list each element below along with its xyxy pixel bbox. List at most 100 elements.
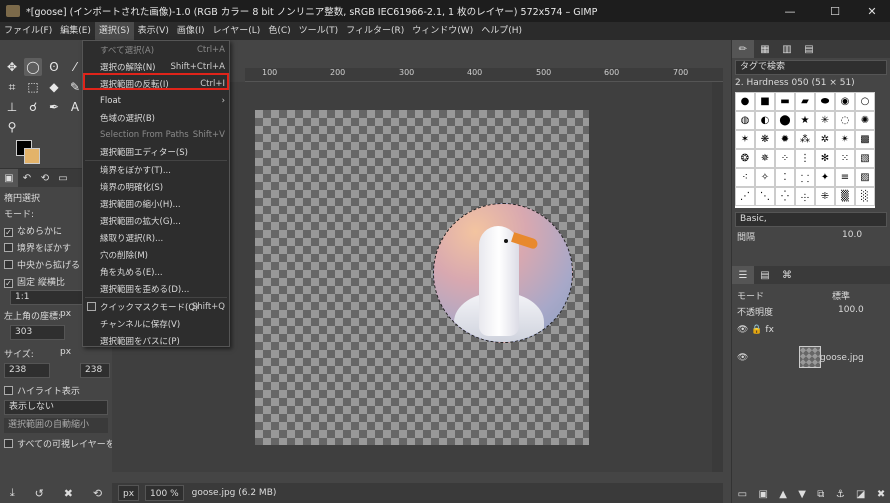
duplicate-layer-icon[interactable]: ⧉ — [817, 489, 824, 500]
position-unit-select[interactable]: px — [60, 309, 71, 319]
device-status-tab-icon[interactable]: ↶ — [18, 169, 36, 187]
minimize-button[interactable]: — — [770, 0, 810, 22]
lasso-tool-icon[interactable]: ʘ — [45, 58, 63, 76]
menu-colors[interactable]: 色(C) — [264, 22, 294, 40]
lock-icon[interactable]: 🔒 — [751, 325, 762, 335]
new-layer-icon[interactable]: ▭ — [738, 489, 747, 500]
brush-grid[interactable]: ● ■ ▬ ▰ ⬬ ◉ ○ ◍ ◐ ⬤ ★ ✳ ◌ ✺ ✶ ❋ ✹ ⁂ ✲ ✴ ▩ ❂ ✵ ⁘ ⋮ ✻ ⁙ ▧ ⁖ ✧ ⁚ ⸬ ✦ ≡ ▨ … — [735, 92, 875, 208]
brush-item[interactable]: ⁜ — [815, 187, 835, 206]
ellipse-select-tool-icon[interactable]: ◯ — [24, 58, 42, 76]
menu-select[interactable]: 選択(S) — [94, 22, 134, 40]
restore-options-icon[interactable]: ↺ — [35, 487, 44, 500]
brush-item[interactable]: ░ — [855, 187, 875, 206]
menu-item-remove-holes[interactable]: 穴の削除(M) — [83, 246, 229, 263]
expand-center-checkbox[interactable]: 中央から拡げる — [4, 258, 80, 271]
brush-item[interactable]: ⁛ — [775, 187, 795, 206]
background-color-swatch[interactable] — [24, 148, 40, 164]
layer-name[interactable]: goose.jpg — [820, 353, 864, 363]
layer-thumbnail[interactable] — [799, 346, 821, 368]
size-unit-select[interactable]: px — [60, 347, 71, 357]
opacity-value[interactable]: 100.0 — [838, 305, 864, 315]
menu-item-by-color[interactable]: 色域の選択(B) — [83, 109, 229, 126]
channels-tab-icon[interactable]: ▤ — [754, 266, 776, 284]
brush-item[interactable]: ⸭ — [795, 187, 815, 206]
brush-item[interactable]: ⸬ — [795, 168, 815, 187]
crop-tool-icon[interactable]: ⌗ — [3, 78, 21, 96]
brush-item[interactable]: ● — [735, 92, 755, 111]
spacing-value[interactable]: 10.0 — [842, 230, 862, 240]
brush-item[interactable]: ✦ — [815, 168, 835, 187]
menu-item-feather[interactable]: 境界をぼかす(T)... — [83, 161, 229, 178]
brush-item[interactable]: ★ — [795, 111, 815, 130]
delete-options-icon[interactable]: ✖ — [64, 487, 73, 500]
lower-layer-icon[interactable]: ▼ — [798, 489, 806, 500]
brush-item[interactable]: ◉ — [835, 92, 855, 111]
fonts-tab-icon[interactable]: ▥ — [776, 40, 798, 58]
guides-select[interactable]: 表示しない — [4, 400, 108, 415]
size-height-field[interactable]: 238 — [80, 363, 110, 378]
brush-item[interactable]: ⋮ — [795, 149, 815, 168]
layer-mode-select[interactable]: 標準 — [832, 289, 850, 302]
layer-row[interactable]: 👁 goose.jpg — [732, 344, 890, 372]
reset-options-icon[interactable]: ⟲ — [93, 487, 102, 500]
menu-edit[interactable]: 編集(E) — [56, 22, 95, 40]
brush-item[interactable]: ✳ — [815, 111, 835, 130]
antialias-checkbox[interactable]: ✓ なめらかに — [4, 224, 62, 237]
menu-item-grow[interactable]: 選択範囲の拡大(G)... — [83, 212, 229, 229]
brush-item[interactable]: ✺ — [855, 111, 875, 130]
eye-icon[interactable]: 👁 — [737, 325, 748, 335]
feather-checkbox[interactable]: 境界をぼかす — [4, 241, 71, 254]
brush-item[interactable]: ✧ — [755, 168, 775, 187]
brush-item[interactable]: ◍ — [735, 111, 755, 130]
menu-tools[interactable]: ツール(T) — [295, 22, 343, 40]
bucket-fill-tool-icon[interactable]: ◆ — [45, 78, 63, 96]
brush-item[interactable]: ≡ — [835, 168, 855, 187]
brush-item[interactable]: ✻ — [815, 149, 835, 168]
brush-item[interactable]: ⁖ — [735, 168, 755, 187]
size-width-field[interactable]: 238 — [4, 363, 50, 378]
brush-item[interactable]: ⬬ — [815, 92, 835, 111]
brush-item[interactable]: ✵ — [755, 149, 775, 168]
brush-item[interactable]: ▒ — [835, 187, 855, 206]
move-tool-icon[interactable]: ✥ — [3, 58, 21, 76]
position-x-field[interactable]: 303 — [10, 325, 65, 340]
brush-item[interactable]: ▨ — [855, 168, 875, 187]
menu-item-shrink[interactable]: 選択範囲の縮小(H)... — [83, 195, 229, 212]
brush-item[interactable]: ⁚ — [775, 168, 795, 187]
gradients-tab-icon[interactable]: ▤ — [798, 40, 820, 58]
brush-item[interactable]: ❂ — [735, 149, 755, 168]
brush-item[interactable]: ✹ — [775, 130, 795, 149]
menu-item-to-path[interactable]: 選択範囲をパスに(P) — [83, 332, 229, 349]
brush-preset-select[interactable]: Basic, — [735, 212, 887, 227]
zoom-select[interactable]: 100 % — [145, 485, 184, 501]
unit-select[interactable]: px — [118, 485, 140, 501]
brush-item[interactable]: ⁙ — [835, 149, 855, 168]
brushes-tab-icon[interactable]: ✏ — [732, 40, 754, 58]
menu-help[interactable]: ヘルプ(H) — [477, 22, 526, 40]
brush-item[interactable]: ⋰ — [735, 187, 755, 206]
brush-item[interactable]: ⬤ — [775, 111, 795, 130]
menu-view[interactable]: 表示(V) — [134, 22, 173, 40]
menu-layer[interactable]: レイヤー(L) — [209, 22, 265, 40]
brush-item[interactable]: ■ — [755, 92, 775, 111]
zoom-tool-icon[interactable]: ⚲ — [3, 118, 21, 136]
anchor-layer-icon[interactable]: ⚓ — [836, 489, 845, 500]
undo-history-tab-icon[interactable]: ⟲ — [36, 169, 54, 187]
close-button[interactable]: ✕ — [852, 0, 890, 22]
smudge-tool-icon[interactable]: ☌ — [24, 98, 42, 116]
mask-icon[interactable]: ◪ — [856, 489, 865, 500]
menu-item-save-to-channel[interactable]: チャンネルに保存(V) — [83, 315, 229, 332]
layers-tab-icon[interactable]: ☰ — [732, 266, 754, 284]
brush-item[interactable]: ▰ — [795, 92, 815, 111]
menu-item-from-paths[interactable]: Selection From Paths Shift+V — [83, 126, 229, 143]
brush-item[interactable]: ▩ — [855, 130, 875, 149]
menu-item-selection-editor[interactable]: 選択範囲エディター(S) — [83, 143, 229, 160]
clone-tool-icon[interactable]: ⊥ — [3, 98, 21, 116]
brush-item[interactable]: ▧ — [855, 149, 875, 168]
brush-item[interactable]: ⁂ — [795, 130, 815, 149]
menu-image[interactable]: 画像(I) — [173, 22, 209, 40]
transform-tool-icon[interactable]: ⬚ — [24, 78, 42, 96]
brush-item[interactable]: ◌ — [835, 111, 855, 130]
brush-item[interactable]: ✶ — [735, 130, 755, 149]
delete-layer-icon[interactable]: ✖ — [877, 489, 885, 500]
